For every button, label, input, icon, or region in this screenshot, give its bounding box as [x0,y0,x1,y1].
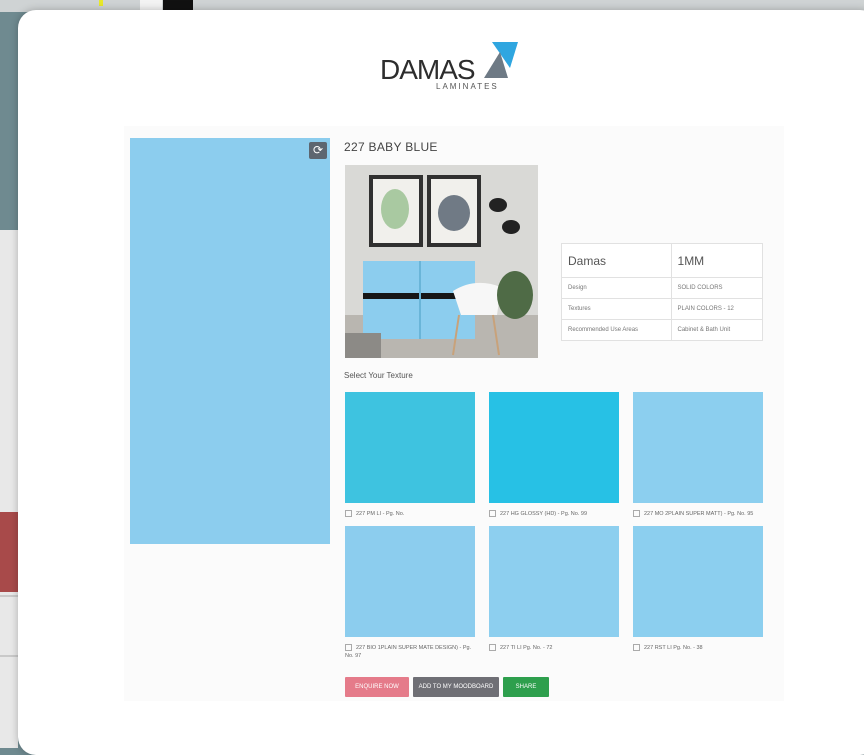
texture-caption[interactable]: 227 BIO 1PLAIN SUPER MATE DESIGN) - Pg. … [345,644,477,660]
brand-logo-mark [484,42,518,78]
texture-caption[interactable]: 227 TI LI Pg. No. - 72 [489,644,621,652]
texture-caption[interactable]: 227 RST LI Pg. No. - 38 [633,644,765,652]
texture-checkbox[interactable] [633,510,640,518]
texture-swatch[interactable] [633,392,763,503]
spec-label: Textures [561,298,672,320]
texture-checkbox[interactable] [345,510,352,518]
texture-checkbox[interactable] [633,644,640,652]
brand-logo: DAMAS LAMINATES [378,38,523,94]
room-preview-image [345,165,538,358]
spec-thickness: 1MM [670,243,764,278]
rotate-button[interactable]: ⟳ [309,142,327,159]
texture-section-label: Select Your Texture [344,371,413,380]
spec-label: Recommended Use Areas [561,319,672,341]
texture-checkbox[interactable] [489,644,496,652]
texture-swatch[interactable] [345,526,475,637]
texture-caption-text: 227 RST LI Pg. No. - 38 [644,645,703,651]
texture-checkbox[interactable] [489,510,496,518]
texture-caption-text: 227 MO 2PLAIN SUPER MATT) - Pg. No. 95 [644,511,754,517]
spec-brand: Damas [561,243,672,278]
background-left-strip [0,230,18,748]
texture-swatch[interactable] [489,392,619,503]
brand-subtitle: LAMINATES [436,82,499,91]
add-to-moodboard-button[interactable]: ADD TO MY MOODBOARD [413,677,499,697]
texture-swatch[interactable] [345,392,475,503]
spec-label: Design [561,277,672,299]
texture-swatch[interactable] [633,526,763,637]
large-color-swatch [130,138,330,544]
spec-value: PLAIN COLORS - 12 [670,298,764,320]
texture-caption[interactable]: 227 MO 2PLAIN SUPER MATT) - Pg. No. 95 [633,510,765,518]
spec-value: SOLID COLORS [670,277,764,299]
product-spec-table: Damas 1MM Design SOLID COLORS Textures P… [561,243,764,341]
texture-caption-text: 227 HG GLOSSY (HD) - Pg. No. 99 [500,511,588,517]
texture-caption-text: 227 PM LI - Pg. No. [356,511,405,517]
texture-caption[interactable]: 227 PM LI - Pg. No. [345,510,477,518]
rotate-icon: ⟳ [312,143,324,157]
enquire-now-button[interactable]: ENQUIRE NOW [345,677,409,697]
background-left-divider [0,655,18,657]
texture-caption[interactable]: 227 HG GLOSSY (HD) - Pg. No. 99 [489,510,621,518]
product-title: 227 BABY BLUE [344,140,438,154]
share-button[interactable]: SHARE [503,677,549,697]
background-left-divider [0,595,18,597]
texture-swatch[interactable] [489,526,619,637]
texture-caption-text: 227 BIO 1PLAIN SUPER MATE DESIGN) - Pg. … [345,645,472,659]
spec-value: Cabinet & Bath Unit [670,319,764,341]
texture-caption-text: 227 TI LI Pg. No. - 72 [500,645,553,651]
texture-checkbox[interactable] [345,644,352,652]
background-left-red-block [0,512,18,592]
